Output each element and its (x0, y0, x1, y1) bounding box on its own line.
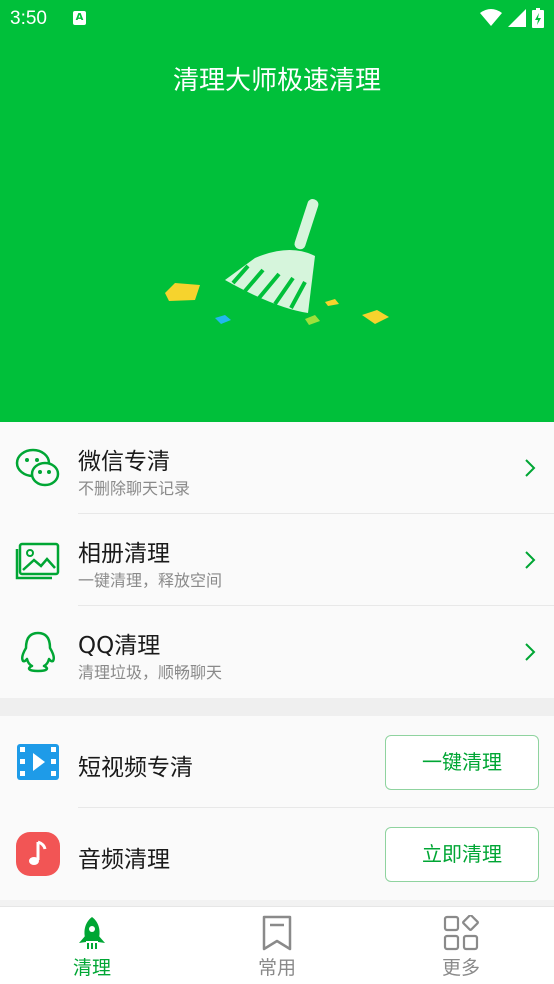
tab-clean[interactable]: 清理 (27, 907, 157, 984)
battery-icon (532, 8, 544, 28)
one-click-clean-button[interactable]: 一键清理 (385, 735, 539, 790)
feature-subtitle: 不删除聊天记录 (78, 479, 191, 498)
notification-a-icon: A (73, 11, 86, 25)
wechat-icon (15, 448, 60, 487)
tab-label: 清理 (72, 957, 111, 979)
status-bar: 3:50 A (0, 0, 554, 38)
action-row-video: 短视频专清 一键清理 (0, 716, 554, 808)
action-row-audio: 音频清理 立即清理 (0, 808, 554, 900)
feature-subtitle: 清理垃圾，顺畅聊天 (78, 663, 223, 682)
tab-more[interactable]: 更多 (396, 907, 526, 984)
feature-row-wechat[interactable]: 微信专清 不删除聊天记录 (0, 422, 554, 514)
section-gap (0, 698, 554, 716)
bookmark-icon (262, 915, 292, 951)
feature-title: 相册清理 (78, 541, 170, 567)
feature-row-qq[interactable]: QQ清理 清理垃圾，顺畅聊天 (0, 606, 554, 698)
feature-row-album[interactable]: 相册清理 一键清理，释放空间 (0, 514, 554, 606)
apps-icon (443, 915, 479, 951)
qq-icon (20, 631, 56, 673)
hero-title: 清理大师极速清理 (172, 66, 381, 96)
tab-common[interactable]: 常用 (212, 907, 342, 984)
hero-banner: 清理大师极速清理 (0, 38, 554, 422)
feature-title: QQ清理 (78, 633, 161, 659)
video-icon (17, 744, 59, 780)
feature-title: 微信专清 (78, 449, 170, 475)
clean-now-button[interactable]: 立即清理 (385, 827, 539, 882)
action-title: 短视频专清 (78, 755, 193, 781)
wifi-icon (480, 9, 502, 26)
broom-icon (165, 199, 389, 325)
feature-list: 微信专清 不删除聊天记录 相册清理 一键清理，释放空间 QQ清理 清理垃圾，顺畅… (0, 422, 554, 900)
album-icon (15, 542, 60, 580)
tab-label: 常用 (257, 957, 296, 979)
music-icon (16, 832, 60, 876)
feature-subtitle: 一键清理，释放空间 (78, 571, 223, 590)
chevron-right-icon (525, 551, 536, 569)
tab-label: 更多 (441, 957, 480, 979)
signal-icon (508, 9, 526, 27)
status-icons (480, 8, 544, 28)
chevron-right-icon (525, 459, 536, 477)
chevron-right-icon (525, 643, 536, 661)
status-time: 3:50 (10, 8, 47, 29)
action-title: 音频清理 (78, 847, 170, 873)
bottom-tab-bar: 清理 常用 更多 (0, 906, 554, 984)
rocket-icon (79, 917, 105, 949)
